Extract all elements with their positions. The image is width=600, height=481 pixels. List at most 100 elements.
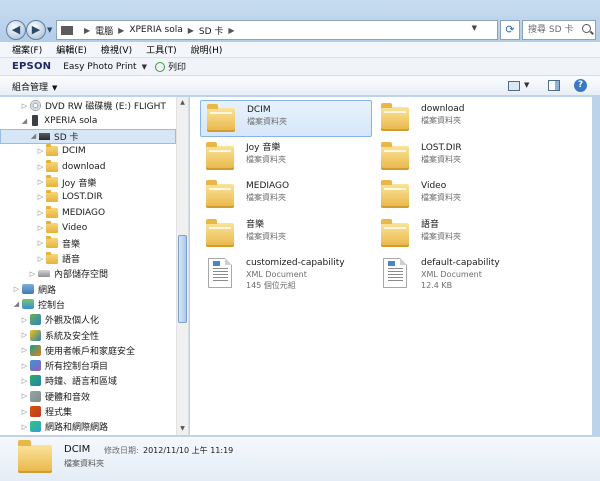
expanded-arrow-icon[interactable]: ◢ [12, 300, 21, 308]
breadcrumb-xperia[interactable]: XPERIA sola [129, 25, 182, 35]
breadcrumb-chevron-icon[interactable]: ▶ [228, 26, 234, 35]
nav-tree-item[interactable]: ◢ SD 卡 [0, 128, 176, 144]
expand-arrow-icon[interactable]: ▷ [20, 346, 29, 354]
expand-arrow-icon[interactable]: ▷ [20, 316, 29, 324]
nav-tree-item[interactable]: ▷ 程式集 [0, 404, 176, 419]
expand-arrow-icon[interactable]: ▷ [36, 209, 45, 217]
print-button[interactable]: 列印 [168, 60, 186, 73]
nav-tree-item[interactable]: ▷ 網路 [0, 282, 176, 297]
folder-icon [381, 180, 409, 208]
recent-pages-dropdown[interactable]: ▼ [47, 26, 52, 34]
nav-tree-item[interactable]: ▷ 時鐘、語言和區域 [0, 373, 176, 388]
nav-tree-item[interactable]: ▷ 硬體和音效 [0, 389, 176, 404]
nav-tree-item[interactable]: ▷ 語音 [0, 251, 176, 266]
folder-icon [46, 190, 58, 203]
control-panel-icon [22, 299, 34, 310]
address-dropdown-icon[interactable]: ▼ [472, 24, 477, 32]
nav-tree-item[interactable]: ▷ Video [0, 220, 176, 235]
easy-photo-print-dropdown-icon[interactable]: ▼ [142, 63, 147, 71]
forward-button[interactable]: ▶ [26, 20, 46, 40]
epson-logo: EPSON [12, 61, 52, 72]
nav-tree-item[interactable]: ◢ 控制台 [0, 297, 176, 312]
nav-tree-item[interactable]: ▷ 系統及安全性 [0, 328, 176, 343]
nav-tree-item[interactable]: ▷ 網路和網際網路 [0, 419, 176, 434]
scrollbar-thumb[interactable] [178, 235, 187, 323]
expand-arrow-icon[interactable]: ▷ [36, 193, 45, 201]
folder-tile[interactable]: MEDIAGO 檔案資料夾 [200, 177, 372, 214]
address-bar[interactable]: ▶ 電腦 ▶ XPERIA sola ▶ SD 卡 ▶ ▼ [56, 20, 498, 40]
drive-icon [38, 270, 50, 278]
breadcrumb-computer[interactable]: 電腦 [95, 24, 113, 37]
expand-arrow-icon[interactable]: ▷ [20, 377, 29, 385]
expand-arrow-icon[interactable]: ▷ [36, 255, 45, 263]
menu-file[interactable]: 檔案(F) [12, 43, 42, 56]
nav-tree-item[interactable]: ◢ XPERIA sola [0, 113, 176, 128]
back-button[interactable]: ◀ [6, 20, 26, 40]
nav-tree-item[interactable]: ▷ 音樂 [0, 236, 176, 251]
folder-icon [46, 251, 58, 264]
tile-text: DCIM 檔案資料夾 [247, 104, 287, 127]
expand-arrow-icon[interactable]: ▷ [36, 163, 45, 171]
scroll-down-icon[interactable]: ▼ [177, 423, 188, 435]
menu-tools[interactable]: 工具(T) [146, 43, 177, 56]
nav-tree-item[interactable]: ▷ MEDIAGO [0, 205, 176, 220]
folder-tile[interactable]: download 檔案資料夾 [375, 100, 547, 137]
expand-arrow-icon[interactable]: ▷ [20, 408, 29, 416]
folder-icon [381, 103, 409, 131]
nav-tree-item[interactable]: ▷ DCIM [0, 144, 176, 159]
expand-arrow-icon[interactable]: ▷ [20, 423, 29, 431]
view-options-dropdown-icon[interactable]: ▼ [524, 81, 529, 89]
change-view-icon[interactable] [508, 81, 520, 91]
hardware-icon [30, 390, 41, 402]
menu-help[interactable]: 說明(H) [191, 43, 223, 56]
help-icon[interactable]: ? [574, 79, 587, 92]
tile-text: MEDIAGO 檔案資料夾 [246, 180, 289, 203]
nav-tree-item[interactable]: ▷ LOST.DIR [0, 190, 176, 205]
menu-view[interactable]: 檢視(V) [101, 43, 132, 56]
folder-tile[interactable]: 音樂 檔案資料夾 [200, 216, 372, 253]
menu-edit[interactable]: 編輯(E) [56, 43, 87, 56]
expand-arrow-icon[interactable]: ▷ [20, 331, 29, 339]
folder-tile[interactable]: LOST.DIR 檔案資料夾 [375, 139, 547, 176]
folder-tile[interactable]: 語音 檔案資料夾 [375, 216, 547, 253]
tile-text: 語音 檔案資料夾 [421, 219, 461, 242]
navigation-scrollbar[interactable]: ▲ ▼ [176, 97, 188, 435]
folder-tile[interactable]: Video 檔案資料夾 [375, 177, 547, 214]
expand-arrow-icon[interactable]: ▷ [28, 270, 37, 278]
search-input[interactable]: 搜尋 SD 卡 [522, 20, 596, 40]
folder-tile[interactable]: Joy 音樂 檔案資料夾 [200, 139, 372, 176]
expand-arrow-icon[interactable]: ▷ [36, 178, 45, 186]
tile-text: download 檔案資料夾 [421, 103, 465, 126]
breadcrumb-chevron-icon[interactable]: ▶ [118, 26, 124, 35]
expand-arrow-icon[interactable]: ▷ [20, 102, 29, 110]
breadcrumb-chevron-icon[interactable]: ▶ [188, 26, 194, 35]
nav-tree-item[interactable]: ▷ 使用者帳戶和家庭安全 [0, 343, 176, 358]
file-tile[interactable]: customized-capability XML Document 145 個位元… [200, 254, 372, 291]
details-modified-value: 2012/11/10 上午 11:19 [143, 446, 234, 455]
expand-arrow-icon[interactable]: ▷ [20, 362, 29, 370]
nav-tree-item[interactable]: ▷ DVD RW 磁碟機 (E:) FLIGHT [0, 98, 176, 113]
preview-pane-icon[interactable] [548, 80, 560, 91]
easy-photo-print-button[interactable]: Easy Photo Print [63, 62, 136, 72]
nav-tree-item[interactable]: ▷ 所有控制台項目 [0, 358, 176, 373]
expand-arrow-icon[interactable]: ▷ [12, 285, 21, 293]
breadcrumb-sdcard[interactable]: SD 卡 [199, 24, 224, 37]
organize-button[interactable]: 組合管理 ▼ [12, 80, 57, 93]
expand-arrow-icon[interactable]: ▷ [36, 224, 45, 232]
folder-tile[interactable]: DCIM 檔案資料夾 [200, 100, 372, 137]
expand-arrow-icon[interactable]: ▷ [36, 147, 45, 155]
tile-text: default-capability XML Document 12.4 KB [421, 257, 500, 291]
expand-arrow-icon[interactable]: ▷ [20, 392, 29, 400]
expanded-arrow-icon[interactable]: ◢ [20, 117, 29, 125]
file-tile[interactable]: default-capability XML Document 12.4 KB [375, 254, 547, 291]
nav-tree-item[interactable]: ▷ download [0, 159, 176, 174]
nav-tree-item[interactable]: ▷ 內部儲存空間 [0, 266, 176, 281]
scroll-up-icon[interactable]: ▲ [177, 97, 188, 109]
expand-arrow-icon[interactable]: ▷ [36, 239, 45, 247]
nav-tree-item[interactable]: ▷ 外觀及個人化 [0, 312, 176, 327]
refresh-button[interactable]: ⟳ [500, 20, 520, 40]
breadcrumb-chevron-icon[interactable]: ▶ [84, 26, 90, 35]
expanded-arrow-icon[interactable]: ◢ [29, 132, 38, 140]
nav-tree-item[interactable]: ▷ Joy 音樂 [0, 175, 176, 190]
file-type: 檔案資料夾 [421, 231, 461, 241]
